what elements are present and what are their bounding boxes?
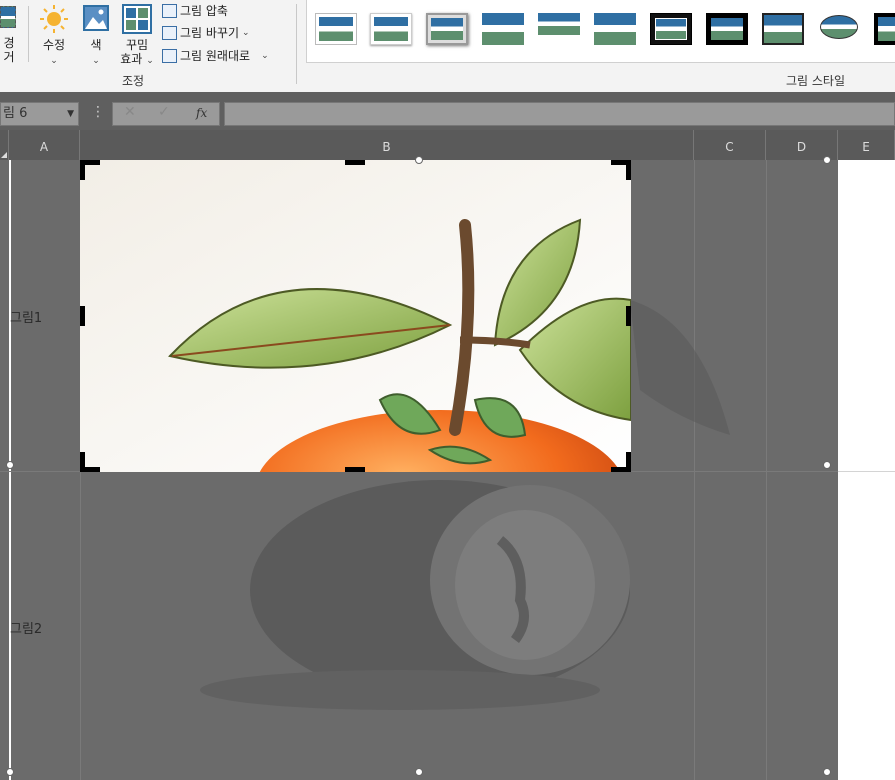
resize-handle-right[interactable] [823,461,831,469]
crop-handle-top-right[interactable] [626,160,631,180]
crop-handle-top[interactable] [345,160,365,165]
resize-handle-left[interactable] [6,461,14,469]
crop-handle-top-left[interactable] [80,160,85,180]
picture-persimmon[interactable] [80,160,631,472]
crop-handle-right[interactable] [626,306,631,326]
crop-handle-bottom-left[interactable] [80,452,85,472]
crop-handle-bottom-right[interactable] [626,452,631,472]
crop-handle-bottom[interactable] [345,467,365,472]
resize-handle-top[interactable] [415,156,423,164]
resize-handle-bottom-right[interactable] [823,768,831,776]
crop-handle-left[interactable] [80,306,85,326]
resize-handle-bottom-left[interactable] [6,768,14,776]
resize-handle-top-right[interactable] [823,156,831,164]
resize-handle-bottom[interactable] [415,768,423,776]
